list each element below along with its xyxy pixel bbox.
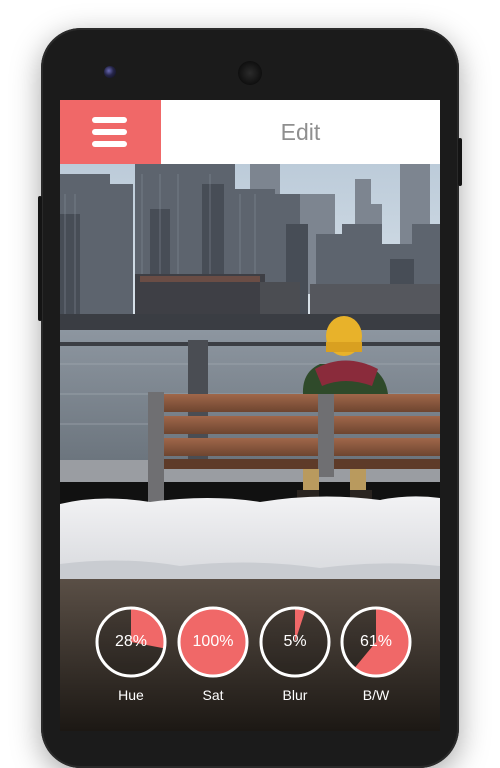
hue-control[interactable]: 28% Hue	[94, 605, 168, 703]
page-title: Edit	[280, 119, 321, 145]
sat-control[interactable]: 100% Sat	[176, 605, 250, 703]
sat-label: Sat	[202, 687, 224, 703]
hue-value: 28%	[114, 633, 148, 650]
blur-value: 5%	[283, 633, 307, 650]
bw-label: B/W	[362, 687, 390, 703]
filter-controls: 28% Hue 100% Sat 5% Blur 61% B/W	[60, 605, 440, 731]
volume-button	[38, 196, 42, 321]
bw-control[interactable]: 61% B/W	[339, 605, 413, 703]
app-screen: Edit 28% Hue 100% Sat 5% Blur 61% B/W	[60, 100, 440, 731]
sat-value: 100%	[192, 633, 234, 650]
earpiece-speaker-icon	[238, 61, 262, 85]
hamburger-menu-icon	[92, 117, 127, 147]
power-button	[458, 138, 462, 186]
bw-value: 61%	[359, 633, 393, 650]
app-header: Edit	[60, 100, 440, 164]
front-camera-icon	[104, 66, 116, 78]
blur-label: Blur	[282, 687, 308, 703]
hue-label: Hue	[118, 687, 144, 703]
menu-button[interactable]	[60, 100, 161, 164]
blur-control[interactable]: 5% Blur	[258, 605, 332, 703]
